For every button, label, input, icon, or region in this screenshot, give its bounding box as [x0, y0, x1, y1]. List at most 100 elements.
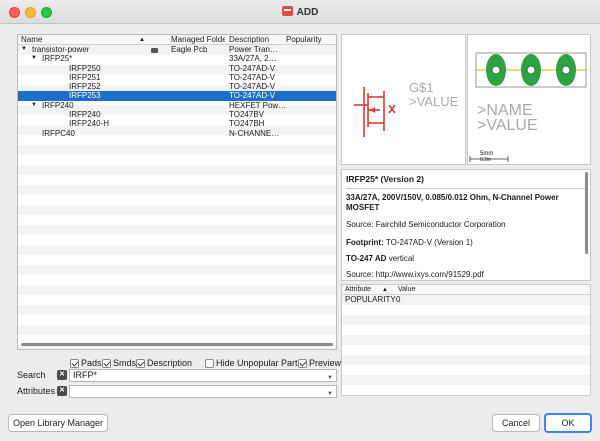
tree-row-name: IRFP240 — [69, 110, 101, 120]
sort-ascending-icon[interactable]: ▲ — [382, 285, 388, 295]
footprint-value: TO-247AD-V (Version 1) — [385, 238, 473, 247]
tree-row[interactable]: ▼ transistor-power Eagle Pcb Power Tran… — [18, 45, 336, 54]
tree-row[interactable]: IRFP240-H TO247BH — [18, 119, 336, 128]
part-heading: IRFP25* (Version 2) — [346, 174, 424, 184]
library-tree[interactable]: Name ▲ Managed Folde Description Popular… — [17, 34, 337, 350]
tree-row-description: TO247BH — [229, 119, 265, 129]
tree-row[interactable]: IRFP252 TO-247AD-V — [18, 82, 336, 91]
part-summary: 33A/27A, 200V/150V, 0.085/0.012 Ohm, N-C… — [346, 193, 559, 212]
attributes-input[interactable]: ▼ — [69, 385, 337, 398]
package-value-text: >VALUE — [477, 117, 538, 134]
tree-row-name: IRFPC40 — [42, 128, 75, 138]
scale-in-text: 0.2in — [480, 157, 491, 163]
tree-row-name: transistor-power — [32, 45, 90, 54]
gate-name-text: G$1 — [409, 80, 434, 95]
tree-row-name: IRFP252 — [69, 82, 101, 92]
attribute-table[interactable]: Attribute ▲ Value POPULARITY 0 — [341, 284, 591, 396]
part-source: Source: Fairchild Semiconductor Corporat… — [346, 220, 506, 229]
chevron-down-icon[interactable]: ▼ — [327, 389, 333, 400]
horizontal-scrollbar[interactable] — [21, 343, 333, 346]
search-input-value: IRFP* — [73, 370, 98, 380]
attribute-column[interactable]: Attribute — [345, 285, 371, 295]
attribute-table-header: Attribute ▲ Value — [342, 285, 590, 295]
clear-attributes-icon[interactable]: ✕ — [57, 386, 67, 396]
package-footprint-icon: >NAME >VALUE 5mm 0.2in — [469, 52, 587, 163]
window-title-text: ADD — [296, 7, 319, 18]
value-column[interactable]: Value — [398, 285, 415, 295]
tree-row[interactable]: IRFP253 TO-247AD-V — [18, 91, 336, 101]
preview-filter[interactable]: Preview — [298, 358, 341, 368]
tree-row-name: IRFP240 — [42, 100, 74, 110]
smds-label: Smds — [113, 358, 137, 368]
hide-unpopular-filter[interactable]: Hide Unpopular Parts — [205, 358, 302, 368]
smds-checkbox[interactable] — [102, 358, 111, 368]
chevron-down-icon[interactable]: ▼ — [327, 373, 333, 384]
vertical-scrollbar[interactable] — [585, 172, 588, 254]
part-source-url: Source: http://www.ixys.com/91529.pdf — [346, 270, 484, 279]
tree-row-description: HEXFET Pow… — [229, 100, 287, 110]
tree-row-description: TO247BV — [229, 110, 264, 120]
pads-filter[interactable]: Pads — [70, 358, 102, 368]
search-input[interactable]: IRFP* ▼ — [69, 369, 337, 382]
expand-arrow-icon[interactable]: ▼ — [31, 54, 37, 63]
column-description[interactable]: Description — [229, 35, 269, 45]
clear-search-icon[interactable]: ✕ — [57, 370, 67, 380]
title-bar: ADD — [0, 0, 600, 24]
preview-checkbox[interactable] — [298, 358, 307, 368]
column-managed-folder[interactable]: Managed Folde — [171, 35, 225, 45]
description-label: Description — [147, 358, 193, 368]
package-bold: TO-247 AD — [346, 254, 387, 263]
tree-row[interactable]: IRFP250 TO-247AD-V — [18, 64, 336, 73]
tree-rows: ▼ transistor-power Eagle Pcb Power Tran… ▼ IR… — [18, 45, 336, 138]
symbol-preview[interactable]: G$1 >VALUE — [341, 34, 466, 165]
tree-row[interactable]: IRFP240 TO247BV — [18, 110, 336, 119]
tree-row[interactable]: ▼ IRFP25* 33A/27A, 2… — [18, 54, 336, 63]
lock-icon — [151, 48, 158, 53]
attribute-value: 0 — [396, 295, 401, 304]
column-name[interactable]: Name — [21, 35, 42, 45]
app-icon — [281, 6, 293, 16]
tree-row-name: IRFP253 — [69, 91, 101, 101]
tree-row-description: TO-247AD-V — [229, 72, 276, 82]
cancel-button[interactable]: Cancel — [492, 414, 540, 432]
tree-row[interactable]: IRFP251 TO-247AD-V — [18, 73, 336, 82]
package-rest: vertical — [388, 254, 415, 263]
pads-label: Pads — [81, 358, 102, 368]
table-row[interactable]: POPULARITY 0 — [342, 295, 590, 305]
tree-row-description: TO-247AD-V — [229, 63, 276, 73]
attributes-label: Attributes — [17, 386, 56, 396]
open-library-manager-button[interactable]: Open Library Manager — [8, 414, 108, 432]
preview-label: Preview — [309, 358, 342, 368]
window-title: ADD — [0, 6, 600, 18]
hide-unpopular-label: Hide Unpopular Parts — [216, 358, 303, 368]
pads-checkbox[interactable] — [70, 358, 79, 368]
column-popularity[interactable]: Popularity — [286, 35, 322, 45]
tree-row-description: Power Tran… — [229, 45, 278, 54]
hide-unpopular-checkbox[interactable] — [205, 358, 214, 368]
tree-row-managed-folder: Eagle Pcb — [171, 45, 208, 54]
footprint-label: Footprint: — [346, 238, 384, 247]
tree-row-name: IRFP250 — [69, 63, 101, 73]
tree-row-name: IRFP251 — [69, 72, 101, 82]
sort-ascending-icon[interactable]: ▲ — [139, 35, 145, 45]
tree-row-description: 33A/27A, 2… — [229, 54, 277, 64]
tree-row-description: N-CHANNE… — [229, 128, 280, 138]
divider — [346, 188, 586, 189]
tree-row[interactable]: IRFPC40 N-CHANNE… — [18, 129, 336, 138]
description-filter[interactable]: Description — [136, 358, 192, 368]
tree-row-name: IRFP240-H — [69, 119, 110, 129]
expand-arrow-icon[interactable]: ▼ — [31, 101, 37, 110]
ok-button[interactable]: OK — [544, 413, 592, 433]
search-label: Search — [17, 370, 46, 380]
description-checkbox[interactable] — [136, 358, 145, 368]
mosfet-symbol-icon: G$1 >VALUE — [354, 80, 459, 137]
tree-row-description: TO-247AD-V — [229, 82, 276, 92]
attribute-name: POPULARITY — [345, 295, 396, 304]
smds-filter[interactable]: Smds — [102, 358, 136, 368]
tree-row-name: IRFP25* — [42, 54, 73, 64]
package-preview[interactable]: >NAME >VALUE 5mm 0.2in — [467, 34, 591, 165]
part-detail-panel: IRFP25* (Version 2) 33A/27A, 200V/150V, … — [341, 169, 591, 281]
expand-arrow-icon[interactable]: ▼ — [21, 45, 27, 54]
tree-row[interactable]: ▼ IRFP240 HEXFET Pow… — [18, 101, 336, 110]
tree-header: Name ▲ Managed Folde Description Popular… — [18, 35, 336, 45]
